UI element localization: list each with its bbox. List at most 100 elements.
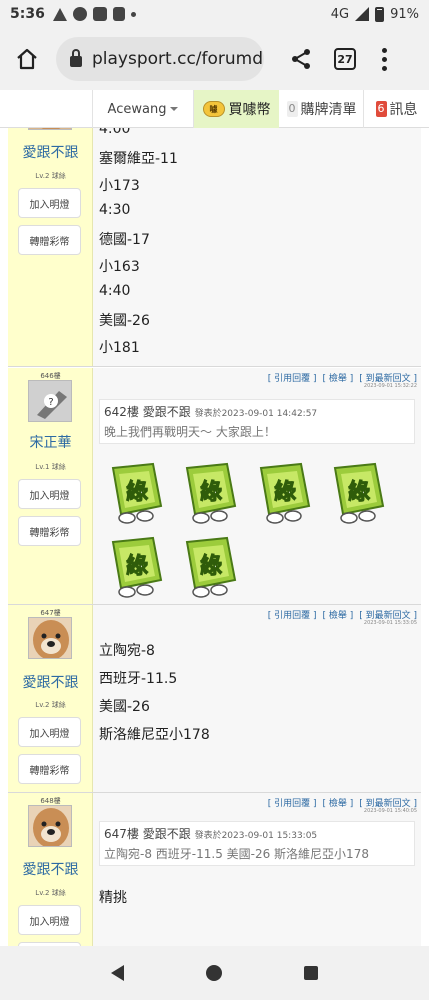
- reply-quote-link[interactable]: [ 引用回覆 ]: [268, 374, 317, 384]
- messages-button[interactable]: 6 訊息: [364, 90, 429, 128]
- home-icon[interactable]: [10, 42, 44, 76]
- post-sidebar: 647樓 愛跟不跟 Lv.2 球絲 加入明燈 轉贈彩幣: [8, 605, 93, 792]
- messages-label: 訊息: [389, 102, 418, 118]
- post-author[interactable]: 愛跟不跟: [8, 672, 93, 692]
- battery-icon: [375, 6, 385, 22]
- address-bar[interactable]: playsport.cc/forumd: [56, 37, 264, 81]
- post-author[interactable]: 愛跟不跟: [8, 142, 93, 162]
- warning-icon: [52, 7, 67, 21]
- cart-count-badge: 0: [286, 101, 298, 117]
- gift-coins-button[interactable]: 轉贈彩幣: [18, 225, 81, 255]
- report-link[interactable]: [ 檢舉 ]: [323, 611, 354, 621]
- post-line: 斯洛維尼亞小178: [99, 727, 210, 743]
- post-line: 立陶宛-8: [99, 643, 155, 659]
- user-level: Lv.1 球絲: [35, 463, 66, 471]
- forum-thread: 愛跟不跟 Lv.2 球絲 加入明燈 轉贈彩幣 4:00 塞爾維亞-11 小173…: [8, 128, 421, 946]
- quote-text: 立陶宛-8 西班牙-11.5 美國-26 斯洛維尼亞小178: [104, 847, 369, 861]
- post-author[interactable]: 宋正華: [8, 432, 93, 452]
- quote-timestamp: 發表於2023-09-01 14:42:57: [194, 409, 318, 419]
- quote-timestamp: 發表於2023-09-01 15:33:05: [194, 831, 318, 841]
- buy-coins-label: 買噱幣: [228, 102, 271, 118]
- quote-text: 晚上我們再戰明天～ 大家跟上！: [104, 425, 276, 439]
- sticker-text: 綠: [126, 553, 149, 579]
- user-level: Lv.2 球絲: [35, 889, 66, 897]
- post-line: 4:40: [99, 283, 131, 299]
- browser-toolbar: playsport.cc/forumd 27: [0, 28, 429, 90]
- post-line: 小173: [99, 178, 140, 194]
- overflow-menu-icon[interactable]: [380, 47, 388, 71]
- svg-text:?: ?: [48, 397, 53, 408]
- cart-button[interactable]: 0 購牌清單: [280, 90, 364, 128]
- green-sticker: 綠: [185, 462, 237, 524]
- post-sidebar: 愛跟不跟 Lv.2 球絲 加入明燈 轉贈彩幣: [8, 128, 93, 366]
- add-light-button[interactable]: 加入明燈: [18, 479, 81, 509]
- username: Acewang: [107, 101, 167, 117]
- buy-coins-button[interactable]: 噱 買噱幣: [194, 90, 279, 128]
- post-timestamp: 2023-09-01 15:32:22: [363, 383, 417, 389]
- user-menu[interactable]: Acewang: [92, 90, 194, 128]
- add-light-button[interactable]: 加入明燈: [18, 188, 81, 218]
- post-body: [ 引用回覆 ][ 檢舉 ][ 到最新回文 ] 2023-09-01 15:32…: [93, 368, 421, 604]
- sticker-text: 綠: [274, 479, 297, 505]
- share-icon[interactable]: [286, 44, 316, 74]
- site-header: Acewang 噱 買噱幣 0 購牌清單 6 訊息: [0, 90, 429, 128]
- avatar: ?: [28, 380, 72, 422]
- post-timestamp: 2023-09-01 15:40:05: [363, 808, 417, 814]
- coin-icon: 噱: [202, 101, 225, 117]
- forum-post: 愛跟不跟 Lv.2 球絲 加入明燈 轉贈彩幣 4:00 塞爾維亞-11 小173…: [8, 128, 421, 367]
- reply-quote-link[interactable]: [ 引用回覆 ]: [268, 611, 317, 621]
- green-sticker: 綠: [185, 536, 237, 598]
- gift-coins-button[interactable]: 轉贈彩幣: [18, 516, 81, 546]
- post-body: 4:00 塞爾維亞-11 小173 4:30 德國-17 小163 4:40 美…: [93, 128, 421, 366]
- avatar: [28, 128, 72, 130]
- green-sticker: 綠: [111, 536, 163, 598]
- forum-post: 648樓 愛跟不跟 Lv.2 球絲 加入明燈 轉贈彩幣 [ 引用回覆 ] [ 檢舉…: [8, 793, 421, 946]
- post-line: 美國-26: [99, 313, 150, 329]
- app-icon: [92, 7, 107, 21]
- post-sidebar: 648樓 愛跟不跟 Lv.2 球絲 加入明燈 轉贈彩幣: [8, 793, 93, 946]
- green-sticker: 綠: [259, 462, 311, 524]
- gift-coins-button[interactable]: 轉贈彩幣: [18, 754, 81, 784]
- post-line: 小181: [99, 340, 140, 356]
- sticker-text: 綠: [200, 479, 223, 505]
- post-timestamp: 2023-09-01 15:33:05: [363, 620, 417, 626]
- user-level: Lv.2 球絲: [35, 701, 66, 709]
- reply-quote-link[interactable]: [ 引用回覆 ]: [268, 799, 317, 809]
- report-link[interactable]: [ 檢舉 ]: [323, 799, 354, 809]
- more-notifications-icon: [130, 11, 136, 17]
- post-author[interactable]: 愛跟不跟: [8, 859, 93, 879]
- forum-post: 646樓 ? 宋正華 Lv.1 球絲 加入明燈 轉贈彩幣 [ 引用回覆 ] [ 檢…: [8, 368, 421, 605]
- cart-label: 購牌清單: [300, 102, 357, 118]
- post-line: 塞爾維亞-11: [99, 151, 178, 167]
- green-sticker: 綠: [111, 462, 163, 524]
- system-nav-bar: [0, 946, 429, 1000]
- post-line: 德國-17: [99, 232, 150, 248]
- report-link[interactable]: [ 檢舉 ]: [323, 374, 354, 384]
- add-light-button[interactable]: 加入明燈: [18, 905, 81, 935]
- green-sticker: 綠: [333, 462, 385, 524]
- post-line: 4:30: [99, 202, 131, 218]
- chat-icon: [72, 7, 87, 21]
- post-line: 4:00: [99, 128, 131, 137]
- add-light-button[interactable]: 加入明燈: [18, 717, 81, 747]
- post-sidebar: 646樓 ? 宋正華 Lv.1 球絲 加入明燈 轉贈彩幣: [8, 368, 93, 604]
- quoted-post: 642樓 愛跟不跟 發表於2023-09-01 14:42:57 晚上我們再戰明…: [99, 399, 415, 444]
- tiktok-icon: [112, 7, 125, 21]
- status-bar: 5:36 4G 91%: [0, 0, 429, 28]
- home-button-icon[interactable]: [206, 965, 222, 981]
- post-line: 小163: [99, 259, 140, 275]
- forum-post: 647樓 愛跟不跟 Lv.2 球絲 加入明燈 轉贈彩幣 [ 引用回覆 ] [ 檢舉…: [8, 605, 421, 793]
- post-line: 西班牙-11.5: [99, 671, 178, 687]
- post-line: 精挑: [99, 890, 127, 906]
- sticker-text: 綠: [200, 553, 223, 579]
- avatar: [28, 617, 72, 659]
- chevron-down-icon: [170, 107, 179, 111]
- post-body: [ 引用回覆 ][ 檢舉 ][ 到最新回文 ] 2023-09-01 15:33…: [93, 605, 421, 792]
- recents-icon[interactable]: [304, 966, 318, 980]
- status-time: 5:36: [10, 6, 45, 22]
- notification-icons: [52, 7, 136, 21]
- back-icon[interactable]: [111, 965, 124, 981]
- messages-count-badge: 6: [375, 101, 387, 117]
- tab-switcher-button[interactable]: 27: [334, 48, 356, 70]
- signal-icon: [355, 7, 370, 21]
